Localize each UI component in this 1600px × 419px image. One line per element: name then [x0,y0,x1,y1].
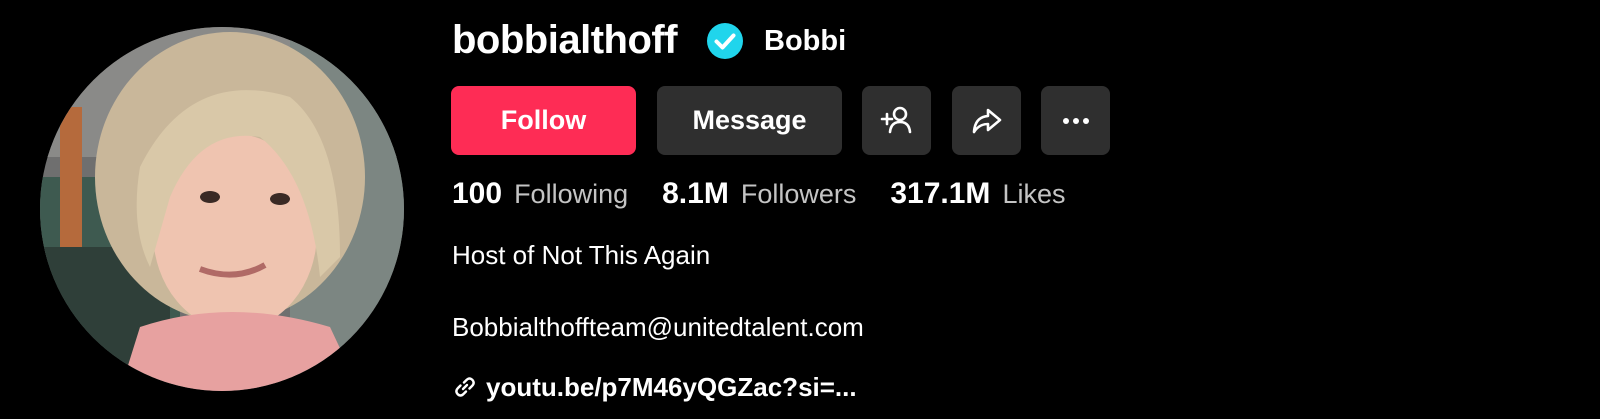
follow-button[interactable]: Follow [451,86,636,155]
likes-label: Likes [1002,179,1066,209]
bio-text: Host of Not This Again [452,240,711,270]
following-count: 100 [452,177,503,210]
likes-count: 317.1M [890,177,991,210]
username: bobbialthoff [452,18,678,62]
person-add-icon [880,106,911,133]
display-name: Bobbi [764,25,847,57]
followers-count: 8.1M [662,177,729,210]
verified-badge-icon [707,23,743,59]
more-dots-icon [1062,117,1089,124]
share-arrow-icon [972,108,1001,133]
message-button[interactable]: Message [657,86,842,155]
bio-email: Bobbialthoffteam@unitedtalent.com [452,312,864,342]
avatar-photo [40,27,404,391]
avatar[interactable] [40,27,404,391]
share-button[interactable] [952,86,1021,155]
bio-link[interactable]: youtu.be/p7M46yQGZac?si=... [452,370,857,404]
profile-stats: 100 Following 8.1M Followers 317.1M Like… [452,177,1099,211]
follow-button-label: Follow [500,105,587,135]
bio-link-text: youtu.be/p7M46yQGZac?si=... [486,372,857,402]
more-options-button[interactable] [1041,86,1110,155]
following-stat[interactable]: 100 Following [452,177,628,211]
following-label: Following [514,179,629,209]
add-friend-button[interactable] [862,86,931,155]
followers-label: Followers [740,179,857,209]
message-button-label: Message [692,105,807,135]
likes-stat: 317.1M Likes [890,177,1065,211]
link-icon [455,377,475,397]
followers-stat[interactable]: 8.1M Followers [662,177,856,211]
